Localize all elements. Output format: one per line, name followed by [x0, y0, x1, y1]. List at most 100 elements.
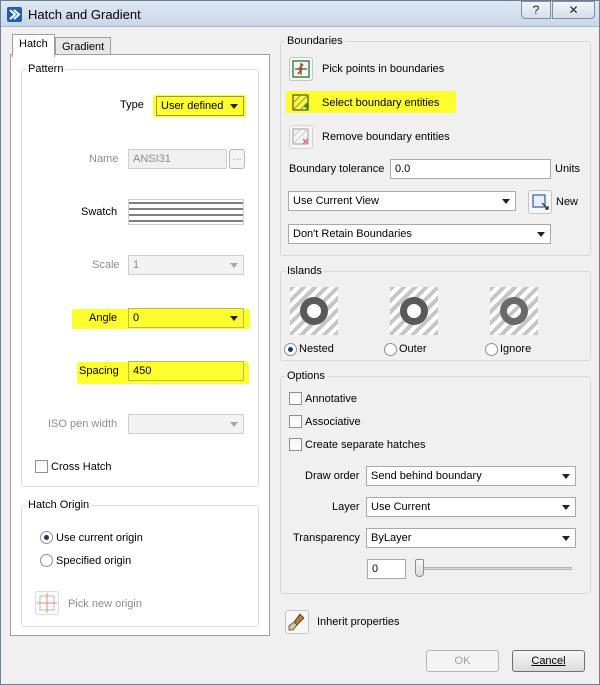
scale-label: Scale	[92, 259, 120, 271]
select-boundary-entities-button[interactable]	[289, 91, 313, 115]
select-entities-icon	[292, 94, 309, 111]
separate-hatches-checkbox[interactable]	[289, 438, 302, 451]
boundaries-group-label: Boundaries	[285, 35, 345, 47]
island-ignore-preview[interactable]	[490, 287, 538, 335]
separate-hatches-label: Create separate hatches	[305, 439, 426, 451]
use-current-origin-label: Use current origin	[56, 532, 143, 544]
view-dropdown-value: Use Current View	[293, 195, 379, 207]
hatch-gradient-dialog: Hatch and Gradient ? ✕ Hatch Gradient Pa…	[0, 0, 600, 685]
island-nested-preview[interactable]	[290, 287, 338, 335]
angle-label: Angle	[89, 312, 118, 324]
draw-order-dropdown[interactable]: Send behind boundary	[366, 466, 576, 486]
associative-checkbox[interactable]	[289, 415, 302, 428]
remove-boundary-entities-button	[289, 125, 313, 149]
remove-entities-icon	[292, 128, 309, 145]
island-outer-preview[interactable]	[390, 287, 438, 335]
draw-order-label: Draw order	[305, 470, 360, 482]
tab-hatch[interactable]: Hatch	[12, 34, 55, 57]
new-label: New	[556, 196, 579, 208]
chevron-down-icon	[230, 316, 238, 321]
use-current-origin-radio[interactable]	[40, 531, 53, 544]
inherit-properties-button[interactable]	[285, 610, 309, 634]
chevron-down-icon	[230, 104, 238, 109]
outer-label: Outer	[399, 343, 427, 355]
annotative-label: Annotative	[305, 393, 357, 405]
app-logo-icon	[7, 7, 22, 22]
transparency-label: Transparency	[293, 532, 360, 544]
swatch-label: Swatch	[81, 206, 118, 218]
boundary-tolerance-label: Boundary tolerance	[289, 163, 385, 175]
units-label: Units	[555, 163, 581, 175]
transparency-amount-input[interactable]: 0	[367, 559, 406, 579]
angle-dropdown[interactable]: 0	[128, 308, 244, 328]
name-field: ANSI31	[128, 149, 227, 169]
transparency-slider-thumb[interactable]	[415, 559, 424, 577]
draw-order-value: Send behind boundary	[371, 470, 482, 482]
spacing-input[interactable]: 450	[128, 361, 244, 381]
pick-points-button[interactable]	[289, 57, 313, 81]
name-label: Name	[89, 153, 119, 165]
scale-dropdown: 1	[128, 255, 244, 275]
outer-radio[interactable]	[384, 343, 397, 356]
pick-new-origin-button	[35, 591, 59, 615]
spacing-label: Spacing	[79, 365, 119, 377]
pick-new-origin-label: Pick new origin	[68, 598, 142, 610]
retain-boundaries-value: Don't Retain Boundaries	[293, 228, 412, 240]
retain-boundaries-dropdown[interactable]: Don't Retain Boundaries	[288, 224, 551, 244]
scale-dropdown-value: 1	[133, 259, 140, 271]
pick-points-icon	[292, 60, 310, 78]
layer-label: Layer	[332, 501, 360, 513]
ignore-radio[interactable]	[485, 343, 498, 356]
cross-hatch-checkbox[interactable]	[35, 460, 48, 473]
nested-radio[interactable]	[284, 343, 297, 356]
ignore-label: Ignore	[500, 343, 532, 355]
specified-origin-label: Specified origin	[56, 555, 132, 567]
chevron-down-icon	[562, 505, 570, 510]
hatch-tab-panel: Pattern Type User defined Name ANSI31 ..…	[10, 54, 270, 636]
transparency-value: ByLayer	[371, 532, 412, 544]
type-dropdown-value: User defined	[161, 100, 224, 112]
iso-pen-width-dropdown	[128, 414, 244, 434]
title-bar: Hatch and Gradient ? ✕	[1, 1, 599, 27]
crosshair-icon	[37, 593, 57, 613]
window-title: Hatch and Gradient	[28, 7, 141, 22]
new-view-icon	[532, 194, 549, 210]
chevron-down-icon	[562, 536, 570, 541]
select-boundary-entities-label: Select boundary entities	[322, 97, 440, 109]
cross-hatch-label: Cross Hatch	[51, 461, 112, 473]
layer-dropdown[interactable]: Use Current	[366, 497, 576, 517]
help-button[interactable]: ?	[521, 1, 551, 19]
type-dropdown[interactable]: User defined	[156, 96, 244, 116]
close-button[interactable]: ✕	[552, 1, 595, 19]
hatch-origin-group-label: Hatch Origin	[26, 499, 92, 511]
ok-button[interactable]: OK	[426, 650, 499, 672]
chevron-down-icon	[502, 199, 510, 204]
pattern-group-label: Pattern	[26, 63, 66, 75]
new-view-button[interactable]	[528, 190, 552, 214]
angle-dropdown-value: 0	[133, 312, 140, 324]
iso-pen-width-label: ISO pen width	[48, 418, 118, 430]
swatch-preview[interactable]	[128, 199, 244, 225]
transparency-slider-track[interactable]	[415, 567, 572, 570]
type-label: Type	[120, 99, 144, 111]
boundary-tolerance-input[interactable]: 0.0	[390, 159, 551, 179]
browse-pattern-button: ...	[229, 149, 245, 169]
inherit-properties-label: Inherit properties	[317, 616, 400, 628]
chevron-down-icon	[537, 232, 545, 237]
chevron-down-icon	[230, 422, 238, 427]
chevron-down-icon	[562, 474, 570, 479]
associative-label: Associative	[305, 416, 361, 428]
paintbrush-icon	[288, 613, 305, 631]
remove-boundary-entities-label: Remove boundary entities	[322, 131, 450, 143]
options-group-label: Options	[285, 370, 327, 382]
nested-label: Nested	[299, 343, 334, 355]
pick-points-label: Pick points in boundaries	[322, 63, 445, 75]
islands-group-label: Islands	[285, 265, 324, 277]
chevron-down-icon	[230, 263, 238, 268]
transparency-dropdown[interactable]: ByLayer	[366, 528, 576, 548]
cancel-button[interactable]: Cancel	[512, 650, 585, 672]
specified-origin-radio[interactable]	[40, 554, 53, 567]
view-dropdown[interactable]: Use Current View	[288, 191, 516, 211]
layer-value: Use Current	[371, 501, 431, 513]
annotative-checkbox[interactable]	[289, 392, 302, 405]
